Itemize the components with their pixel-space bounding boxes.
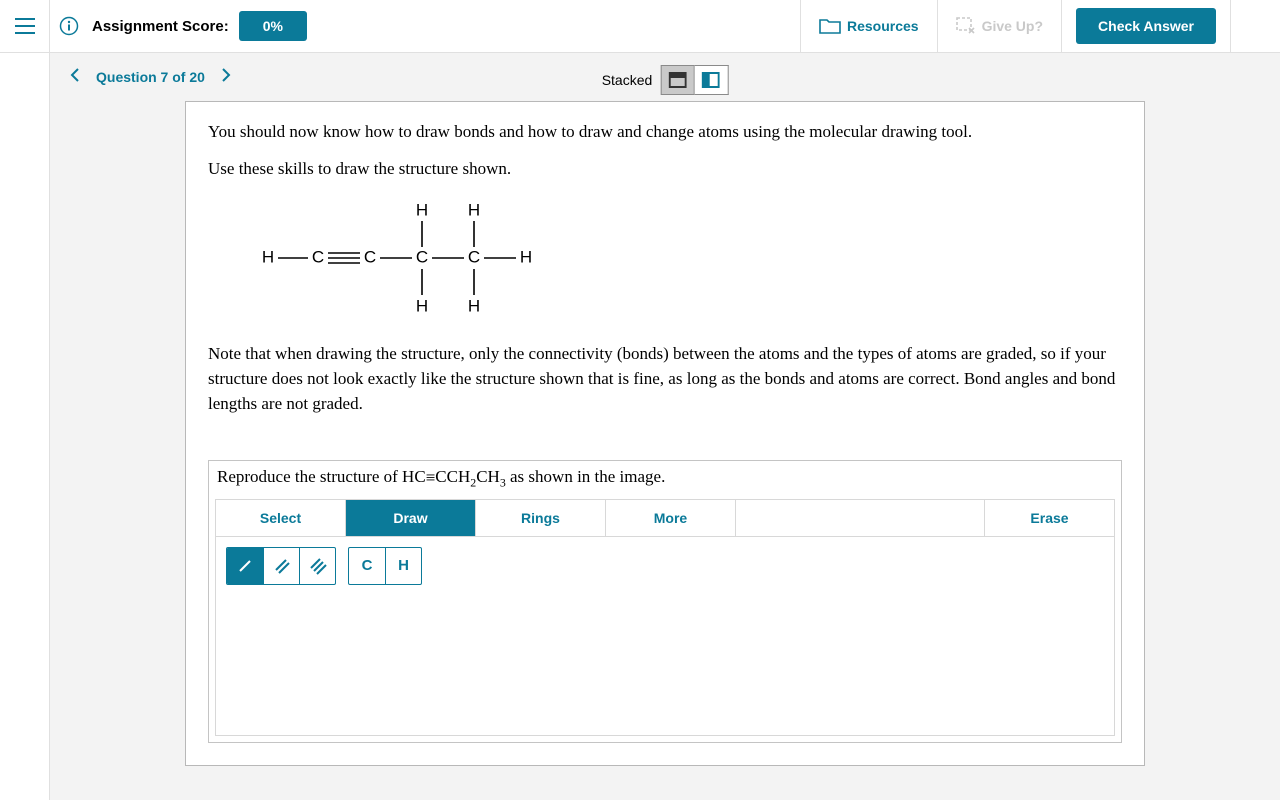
draw-canvas[interactable]	[216, 595, 1114, 735]
atom-label: C	[312, 248, 324, 267]
left-gutter	[0, 53, 50, 800]
top-bar-endcap	[1230, 0, 1280, 53]
view-toggle-label: Stacked	[602, 72, 653, 88]
resources-label: Resources	[847, 18, 919, 34]
tool-tabs: Select Draw Rings More Erase	[216, 500, 1114, 537]
folder-icon	[819, 17, 841, 35]
view-toggle: Stacked	[602, 65, 729, 95]
atom-label: H	[416, 201, 428, 220]
question-pane: You should now know how to draw bonds an…	[185, 101, 1145, 766]
check-answer-button[interactable]: Check Answer	[1076, 8, 1216, 44]
top-bar-right: Resources Give Up? Check Answer	[800, 0, 1280, 53]
chevron-right-icon	[221, 68, 231, 82]
triple-bond-icon	[309, 557, 327, 575]
double-bond-button[interactable]	[263, 548, 299, 584]
draw-body: Select Draw Rings More Erase	[215, 499, 1115, 736]
resources-button[interactable]: Resources	[800, 0, 937, 53]
bond-buttons	[226, 547, 336, 585]
give-up-icon	[956, 17, 976, 35]
next-question-button[interactable]	[215, 68, 237, 87]
double-bond-icon	[274, 558, 290, 574]
score-label: Assignment Score:	[92, 18, 229, 35]
atom-label: H	[416, 297, 428, 316]
tab-more[interactable]: More	[606, 500, 736, 536]
stacked-view-icon	[668, 72, 686, 88]
tool-row: C H	[216, 537, 1114, 595]
molecule-svg: H C C C C H	[248, 193, 548, 323]
atom-label: H	[520, 248, 532, 267]
atom-label: C	[468, 248, 480, 267]
molecular-draw-widget: Reproduce the structure of HC≡CCH2CH3 as…	[208, 460, 1122, 742]
split-view-icon	[702, 72, 720, 88]
atom-label: H	[468, 297, 480, 316]
molecule-structure-image: H C C C C H	[248, 193, 1122, 328]
chevron-left-icon	[70, 68, 80, 82]
question-counter: Question 7 of 20	[86, 69, 215, 85]
main-area: Question 7 of 20 Stacked You should now …	[0, 53, 1280, 800]
tab-select[interactable]: Select	[216, 500, 346, 536]
hamburger-icon	[15, 18, 35, 34]
info-button[interactable]	[50, 16, 88, 36]
question-note: Note that when drawing the structure, on…	[208, 342, 1122, 416]
atom-label: H	[468, 201, 480, 220]
tab-erase[interactable]: Erase	[984, 500, 1114, 536]
content-area: Question 7 of 20 Stacked You should now …	[50, 53, 1280, 800]
top-bar: Assignment Score: 0% Resources Give Up? …	[0, 0, 1280, 53]
score-value: 0%	[239, 11, 307, 41]
atom-label: C	[416, 248, 428, 267]
single-bond-button[interactable]	[227, 548, 263, 584]
prev-question-button[interactable]	[64, 68, 86, 87]
draw-prompt: Reproduce the structure of HC≡CCH2CH3 as…	[209, 461, 1121, 498]
view-stacked-button[interactable]	[660, 65, 694, 95]
give-up-label: Give Up?	[982, 18, 1043, 34]
carbon-atom-button[interactable]: C	[349, 548, 385, 584]
atom-label: C	[364, 248, 376, 267]
atom-label: H	[262, 248, 274, 267]
triple-bond-button[interactable]	[299, 548, 335, 584]
view-split-button[interactable]	[694, 65, 728, 95]
info-icon	[59, 16, 79, 36]
atom-buttons: C H	[348, 547, 422, 585]
tab-draw[interactable]: Draw	[346, 500, 476, 536]
give-up-button: Give Up?	[937, 0, 1061, 53]
tab-rings[interactable]: Rings	[476, 500, 606, 536]
question-intro-1: You should now know how to draw bonds an…	[208, 120, 1122, 145]
menu-button[interactable]	[0, 0, 50, 53]
single-bond-icon	[237, 558, 253, 574]
question-intro-2: Use these skills to draw the structure s…	[208, 157, 1122, 182]
top-bar-left: Assignment Score: 0%	[0, 0, 800, 53]
hydrogen-atom-button[interactable]: H	[385, 548, 421, 584]
